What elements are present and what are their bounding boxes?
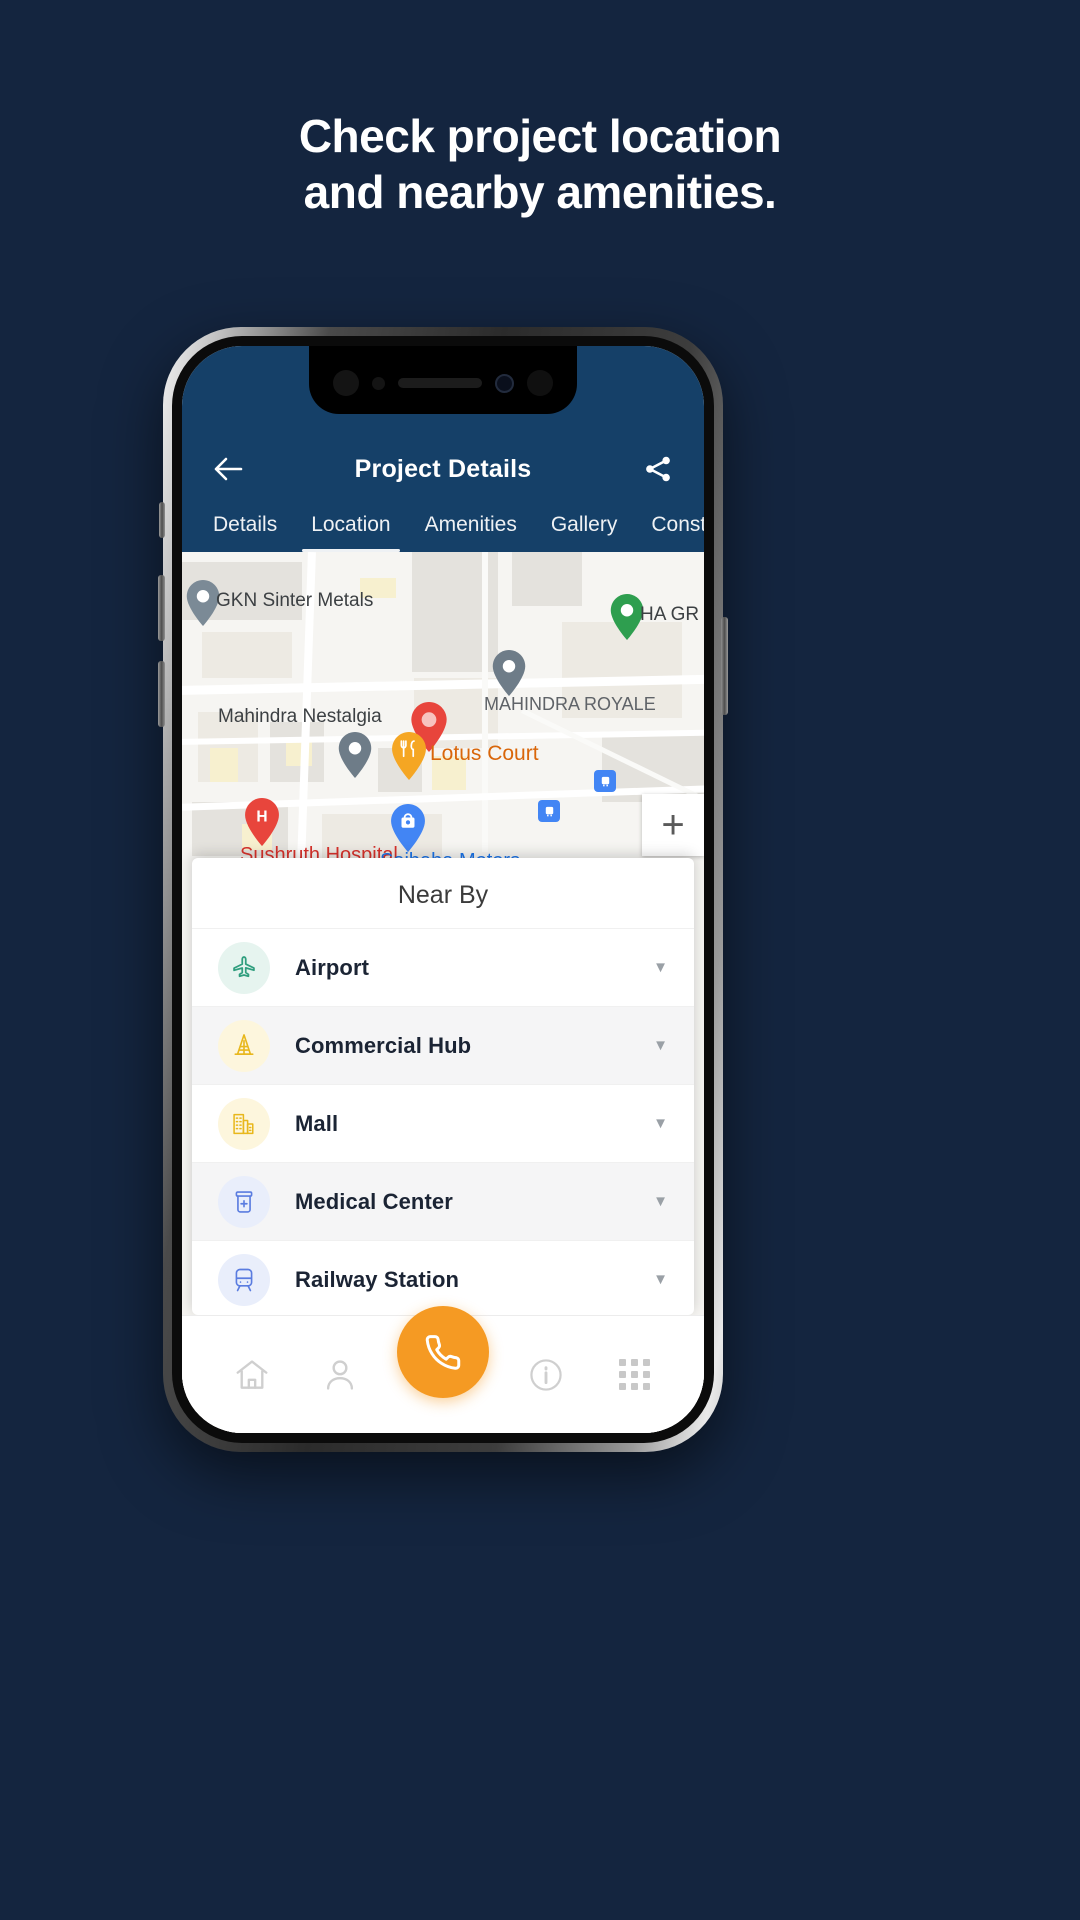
notch-lens-icon — [527, 370, 553, 396]
power-button[interactable] — [721, 617, 728, 715]
bottom-navigation — [182, 1305, 704, 1433]
restaurant-pin[interactable] — [391, 732, 426, 780]
info-icon[interactable] — [515, 1344, 577, 1406]
nearby-label: Airport — [295, 954, 370, 980]
tab-construction[interactable]: Construction — [634, 500, 704, 552]
nearby-row-medical-center[interactable]: Medical Center ▼ — [192, 1162, 694, 1240]
chevron-down-icon[interactable]: ▼ — [653, 1193, 668, 1210]
chevron-down-icon[interactable]: ▼ — [653, 1115, 668, 1132]
arrow-left-icon[interactable] — [208, 449, 248, 489]
svg-text:H: H — [256, 808, 267, 825]
nearby-sheet: Near By Airport ▼ Commercial Hub ▼ Mall … — [192, 858, 694, 1315]
phone-bezel: Project Details Details Location Ameniti… — [172, 336, 714, 1443]
volume-up-button[interactable] — [158, 575, 165, 641]
page-title: Project Details — [354, 454, 532, 483]
home-icon[interactable] — [221, 1344, 283, 1406]
motors-pin[interactable] — [390, 804, 425, 852]
transit-station-icon — [594, 770, 616, 792]
gkn-sinter-metals-pin[interactable] — [186, 580, 220, 626]
chevron-down-icon[interactable]: ▼ — [653, 959, 668, 976]
share-icon[interactable] — [638, 449, 678, 489]
airplane-icon — [218, 941, 270, 994]
nearby-label: Medical Center — [295, 1188, 453, 1214]
project-tabs[interactable]: Details Location Amenities Gallery Const… — [182, 500, 704, 552]
menu-grid-icon[interactable] — [603, 1344, 665, 1406]
nearby-row-mall[interactable]: Mall ▼ — [192, 1084, 694, 1162]
nearby-label: Railway Station — [295, 1266, 460, 1292]
volume-down-button[interactable] — [158, 661, 165, 727]
map-label-mahindra-royale: MAHINDRA ROYALE — [484, 694, 656, 714]
medicine-jar-icon — [218, 1175, 270, 1228]
hospital-pin[interactable]: H — [244, 798, 279, 846]
notch-sensor-icon — [333, 370, 359, 396]
chevron-down-icon[interactable]: ▼ — [653, 1271, 668, 1288]
chevron-down-icon[interactable]: ▼ — [653, 1037, 668, 1054]
transit-station-icon-2 — [538, 800, 560, 822]
nearby-row-commercial-hub[interactable]: Commercial Hub ▼ — [192, 1006, 694, 1084]
notch-led-icon — [372, 376, 385, 390]
map-label-nestalgia: Mahindra Nestalgia — [218, 706, 382, 727]
notch-speaker-icon — [398, 378, 482, 388]
promo-headline-line1: Check project location — [298, 110, 782, 162]
nearby-label: Mall — [295, 1110, 339, 1136]
tab-gallery[interactable]: Gallery — [534, 500, 635, 552]
mahindra-royale-pin[interactable] — [492, 650, 526, 696]
call-button[interactable] — [397, 1305, 489, 1398]
map-label-lotus-court: Lotus Court — [430, 742, 539, 765]
tab-location[interactable]: Location — [294, 500, 407, 552]
mahindra-nestalgia-pin[interactable] — [338, 732, 372, 778]
tab-details[interactable]: Details — [196, 500, 294, 552]
phone-notch — [309, 346, 577, 414]
app-header-row: Project Details — [182, 438, 704, 500]
tower-icon — [218, 1019, 270, 1072]
nearby-label: Commercial Hub — [295, 1032, 472, 1058]
phone-mockup: Project Details Details Location Ameniti… — [158, 327, 728, 1452]
buildings-icon — [218, 1097, 270, 1150]
promo-headline-line2: and nearby amenities. — [303, 166, 777, 219]
notch-camera-icon — [495, 373, 514, 393]
tab-amenities[interactable]: Amenities — [408, 500, 534, 552]
nearby-row-railway-station[interactable]: Railway Station ▼ — [192, 1240, 694, 1315]
mute-switch[interactable] — [159, 502, 165, 538]
promo-headline: Check project location and nearby amenit… — [0, 108, 1080, 220]
map-label-ha: HA GR — [640, 604, 700, 625]
train-icon — [218, 1253, 270, 1306]
map-label-gkn: GKN Sinter Metals — [216, 590, 374, 611]
profile-icon[interactable] — [309, 1344, 371, 1406]
nearby-row-airport[interactable]: Airport ▼ — [192, 928, 694, 1006]
map-zoom-in-button[interactable]: + — [642, 794, 704, 856]
ha-green-pin[interactable] — [610, 594, 644, 640]
phone-screen: Project Details Details Location Ameniti… — [182, 346, 704, 1433]
nearby-title: Near By — [397, 881, 489, 909]
